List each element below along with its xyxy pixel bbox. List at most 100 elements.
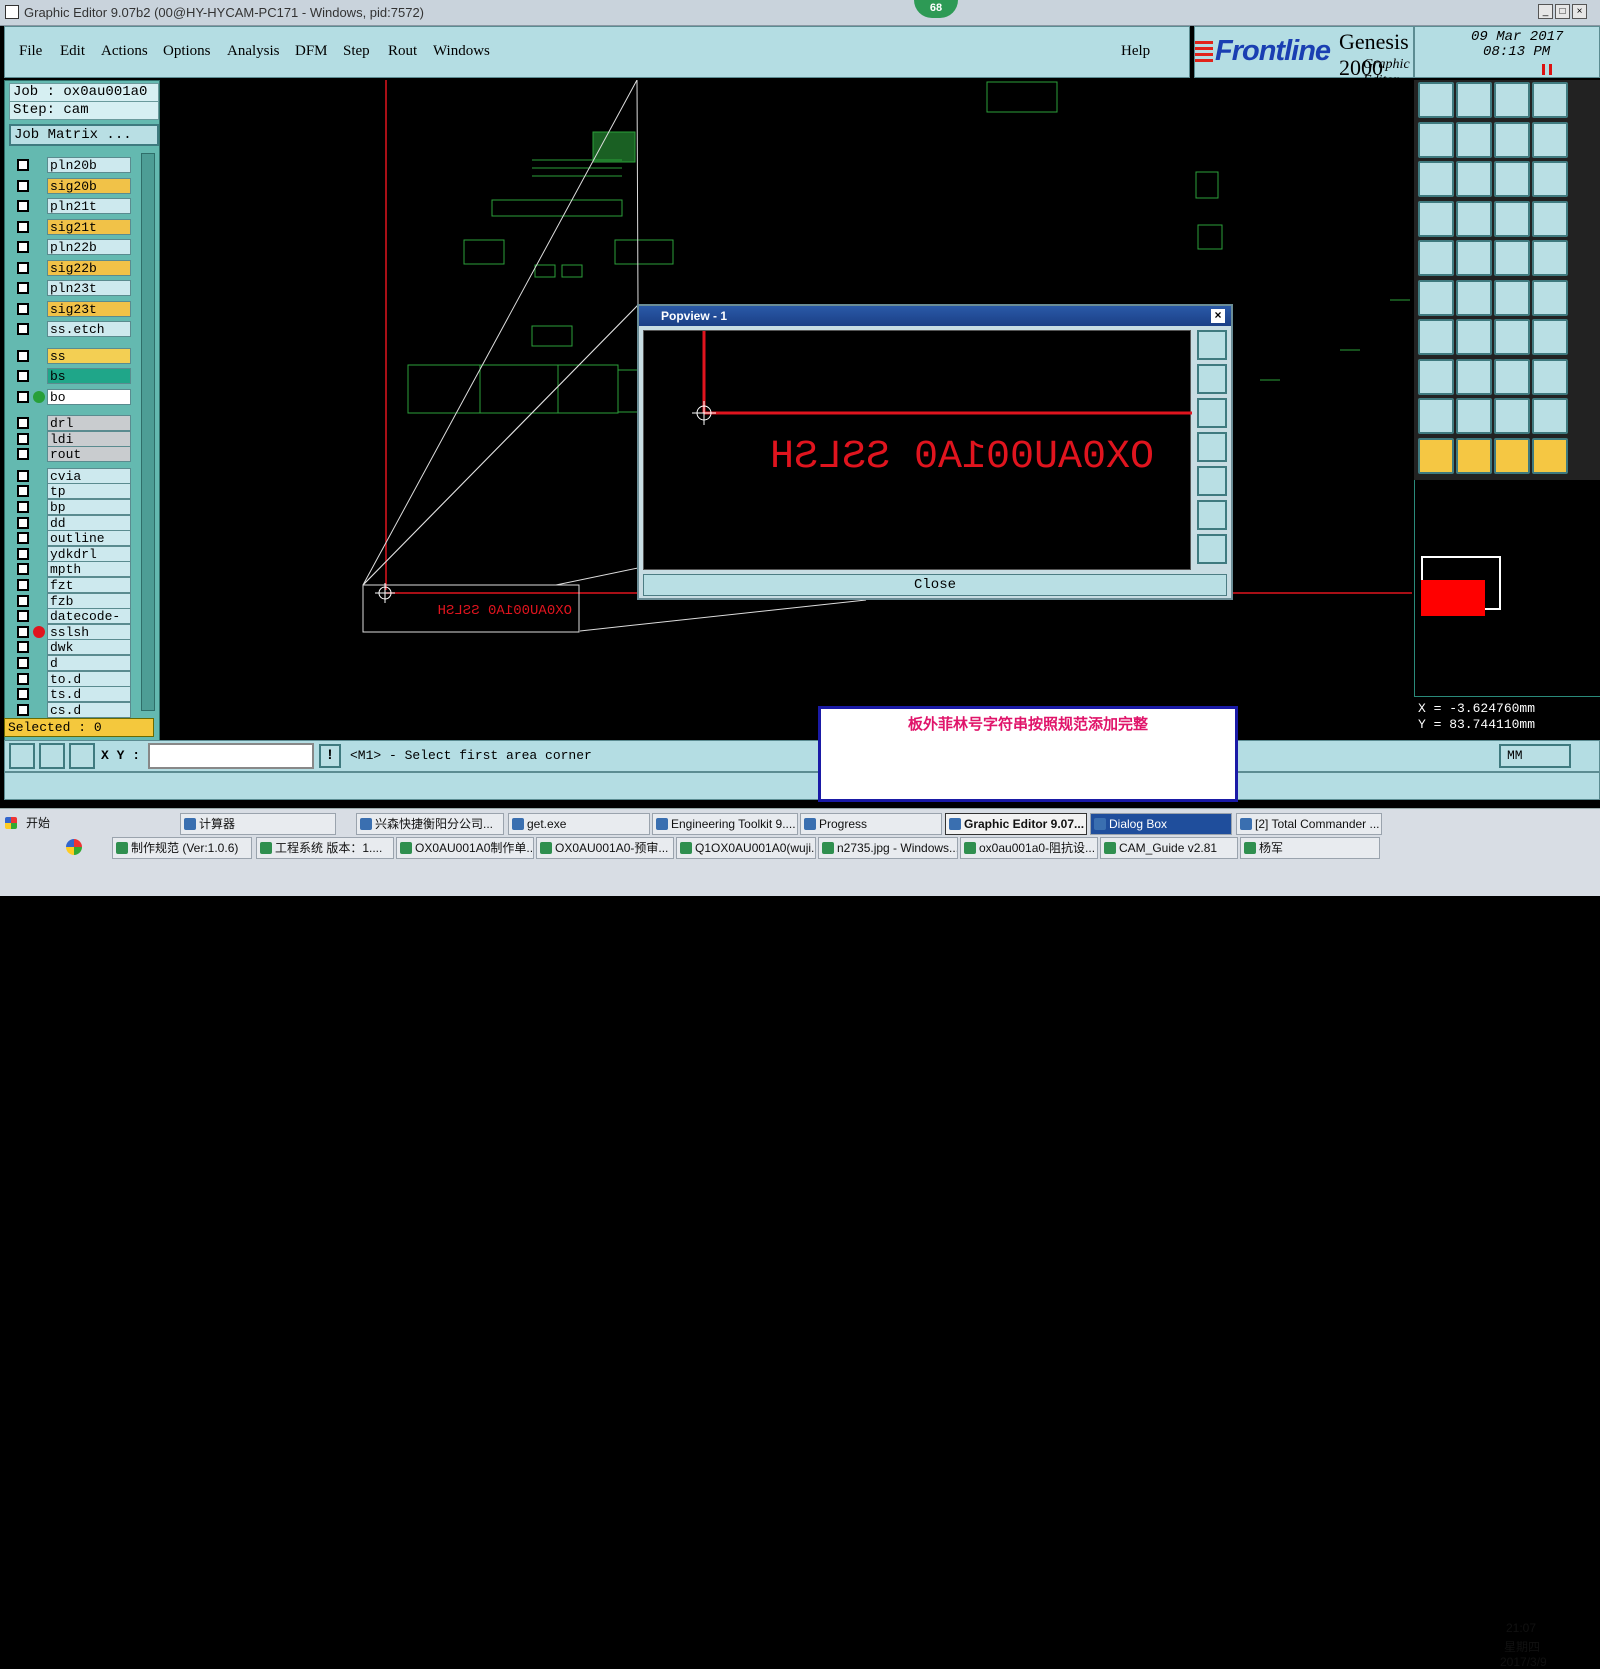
layer-checkbox[interactable] (17, 159, 29, 171)
layer-checkbox[interactable] (17, 448, 29, 461)
menu-options[interactable]: Options (163, 43, 211, 60)
layer-name[interactable]: drl (47, 415, 131, 431)
layer-checkbox[interactable] (17, 657, 29, 669)
layer-name[interactable]: cs.d (47, 701, 131, 718)
maximize-button[interactable]: □ (1555, 4, 1570, 19)
layer-row[interactable]: fzb (13, 592, 133, 609)
popview-pan-right-icon[interactable] (1197, 466, 1227, 496)
layer-checkbox[interactable] (17, 469, 29, 482)
layer-checkbox[interactable] (17, 703, 29, 716)
zoom-all-icon[interactable] (1418, 161, 1454, 197)
taskbar-button[interactable]: Progress (800, 813, 942, 835)
taskbar-button[interactable]: OX0AU001A0制作单... (396, 837, 534, 859)
layer-name[interactable]: mpth (47, 561, 131, 578)
layer-row[interactable]: datecode-pb (13, 608, 133, 640)
layer-checkbox[interactable] (17, 641, 29, 654)
layer-checkbox[interactable] (17, 349, 29, 362)
layer-row[interactable]: dd (13, 514, 133, 531)
layer-name[interactable]: pln22b (47, 239, 131, 255)
mirror-icon[interactable] (1532, 319, 1568, 355)
layer-checkbox[interactable] (17, 370, 29, 382)
layer-name[interactable]: pln21t (47, 198, 131, 214)
layer-row[interactable]: ldi (13, 430, 133, 447)
popview-zoom-in-icon[interactable] (1197, 500, 1227, 530)
layer-row[interactable]: pln20b (13, 157, 133, 173)
layer-checkbox[interactable] (17, 594, 29, 607)
layer-row[interactable]: tp (13, 483, 133, 500)
board-icon[interactable] (1494, 200, 1530, 237)
taskbar-button[interactable]: Dialog Box (1090, 813, 1232, 835)
ratio-icon[interactable] (1494, 161, 1530, 197)
layer-name[interactable]: dwk (47, 639, 131, 656)
shape-d-icon[interactable] (1532, 398, 1568, 434)
layer-name[interactable]: to.d (47, 670, 131, 687)
layer-checkbox[interactable] (17, 302, 29, 315)
pan-down-icon[interactable] (1456, 82, 1492, 118)
layer-name[interactable]: fzt (47, 577, 131, 593)
layer-checkbox[interactable] (17, 220, 29, 233)
taskbar-button[interactable]: 工程系统 版本：1.... (256, 837, 394, 859)
layer-row[interactable]: sig23t (13, 300, 133, 317)
layer-row[interactable]: pln23t (13, 280, 133, 296)
layer-row[interactable]: sslsh (13, 623, 133, 640)
shape-a-icon[interactable] (1418, 398, 1454, 434)
layer-row[interactable]: sig21t (13, 218, 133, 235)
info-icon[interactable]: ! (319, 744, 341, 768)
layer-checkbox[interactable] (17, 200, 29, 212)
layer-row[interactable]: ss (13, 347, 133, 364)
pan-in-icon[interactable] (1418, 121, 1454, 158)
select-tool-icon[interactable] (1494, 437, 1530, 474)
menu-file[interactable]: File (19, 43, 42, 60)
layer-row[interactable]: bp (13, 499, 133, 515)
layer-checkbox[interactable] (17, 516, 29, 529)
snap-pair-icon[interactable] (1532, 279, 1568, 316)
layer-row[interactable]: dwk (13, 639, 133, 656)
taskbar-button[interactable]: 杨军 (1240, 837, 1380, 859)
layer-list-scrollbar[interactable] (141, 153, 155, 711)
minus-icon[interactable] (1456, 358, 1492, 395)
layer-checkbox[interactable] (17, 417, 29, 429)
layer-checkbox[interactable] (17, 485, 29, 498)
pause-icon[interactable] (1542, 64, 1552, 75)
layer-name[interactable]: sig21t (47, 218, 131, 235)
taskbar-button[interactable]: Q1OX0AU001A0(wuji... (676, 837, 816, 859)
ruler-icon[interactable] (1494, 240, 1530, 276)
layer-checkbox[interactable] (17, 672, 29, 685)
job-matrix-button[interactable]: Job Matrix ... (9, 124, 159, 146)
layer-name[interactable]: sslsh (47, 623, 131, 640)
minimize-button[interactable]: _ (1538, 4, 1553, 19)
taskbar-button[interactable]: n2735.jpg - Windows... (818, 837, 958, 859)
menu-windows[interactable]: Windows (433, 43, 490, 60)
layer-row[interactable]: bs (13, 368, 133, 384)
layer-name[interactable]: ss.etch (47, 321, 131, 337)
units-select[interactable]: MM (1499, 744, 1571, 768)
taskbar-button[interactable]: OX0AU001A0-预审... (536, 837, 674, 859)
layer-checkbox[interactable] (17, 282, 29, 294)
zoom-fit-icon[interactable] (1532, 121, 1568, 158)
layer-checkbox[interactable] (17, 688, 29, 701)
layer-checkbox[interactable] (17, 179, 29, 192)
layer-checkbox[interactable] (17, 625, 29, 638)
redraw-icon[interactable] (1456, 161, 1492, 197)
popview-zoom-out-icon[interactable] (1197, 534, 1227, 564)
layer-name[interactable]: outline (47, 530, 131, 547)
layer-row[interactable]: d (13, 655, 133, 671)
layer-checkbox[interactable] (17, 241, 29, 253)
measure-icon[interactable] (39, 743, 65, 769)
select-add-icon[interactable] (1456, 437, 1492, 474)
layer-checkbox[interactable] (17, 261, 29, 274)
help-icon[interactable] (1532, 161, 1568, 197)
snap-box-icon[interactable] (1418, 358, 1454, 395)
menu-help[interactable]: Help (1121, 43, 1150, 60)
circle-icon[interactable] (1532, 240, 1568, 276)
layer-checkbox[interactable] (17, 532, 29, 545)
snap-node-icon[interactable] (1418, 279, 1454, 316)
taskbar-button[interactable]: ox0au001a0-阻抗设... (960, 837, 1098, 859)
layer-checkbox[interactable] (17, 390, 29, 403)
menu-dfm[interactable]: DFM (295, 43, 328, 60)
home-icon[interactable] (1418, 82, 1454, 118)
desktop-icon[interactable] (66, 839, 82, 855)
measure-icon[interactable] (1456, 240, 1492, 276)
layer-row[interactable]: cvia (13, 467, 133, 484)
popview-canvas[interactable]: OX0AU001A0 SSLSH (643, 330, 1192, 570)
